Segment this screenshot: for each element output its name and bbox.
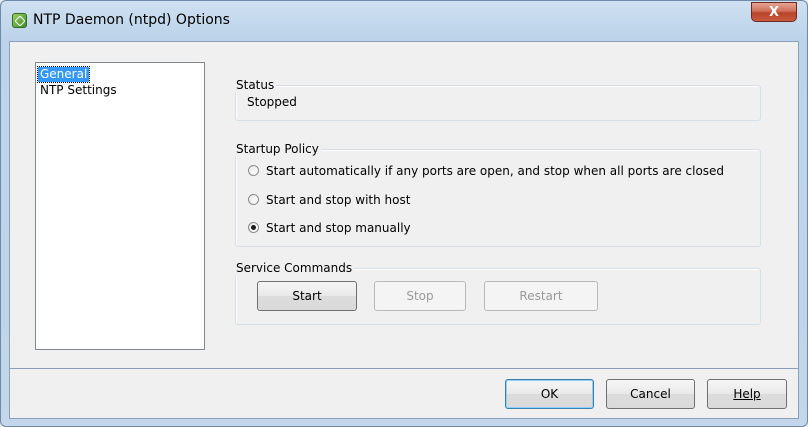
options-nav-list[interactable]: General NTP Settings: [35, 62, 205, 350]
startup-policy-group-label: Startup Policy: [234, 142, 321, 156]
restart-button[interactable]: Restart: [484, 281, 598, 311]
service-commands-group-label: Service Commands: [234, 261, 355, 275]
policy-option-auto[interactable]: Start automatically if any ports are ope…: [248, 163, 724, 179]
nav-item-general[interactable]: General: [36, 66, 91, 83]
stop-button[interactable]: Stop: [374, 281, 466, 311]
policy-option-auto-label: Start automatically if any ports are ope…: [266, 164, 725, 178]
policy-option-with-host-label: Start and stop with host: [266, 193, 411, 207]
start-button[interactable]: Start: [257, 281, 357, 311]
nav-item-ntp-settings[interactable]: NTP Settings: [38, 83, 119, 98]
cancel-button[interactable]: Cancel: [606, 379, 695, 409]
status-value: Stopped: [247, 95, 297, 109]
close-button[interactable]: X: [751, 2, 797, 22]
policy-option-with-host[interactable]: Start and stop with host: [248, 192, 410, 208]
radio-button-checked[interactable]: [248, 222, 259, 233]
radio-button[interactable]: [248, 194, 259, 205]
policy-option-manual[interactable]: Start and stop manually: [248, 220, 411, 236]
policy-option-manual-label: Start and stop manually: [266, 221, 411, 235]
ok-button[interactable]: OK: [505, 379, 594, 409]
title-bar[interactable]: NTP Daemon (ntpd) Options X: [1, 1, 807, 41]
status-group: Status Stopped: [234, 78, 761, 121]
window-title: NTP Daemon (ntpd) Options: [33, 12, 230, 28]
startup-policy-group: Startup Policy Start automatically if an…: [234, 142, 761, 247]
radio-button[interactable]: [248, 165, 259, 176]
status-group-label: Status: [234, 78, 277, 92]
ntp-service-icon: [12, 13, 27, 28]
help-button-label: Help: [733, 387, 761, 401]
close-icon: X: [768, 5, 780, 20]
help-button[interactable]: Help: [707, 379, 787, 409]
